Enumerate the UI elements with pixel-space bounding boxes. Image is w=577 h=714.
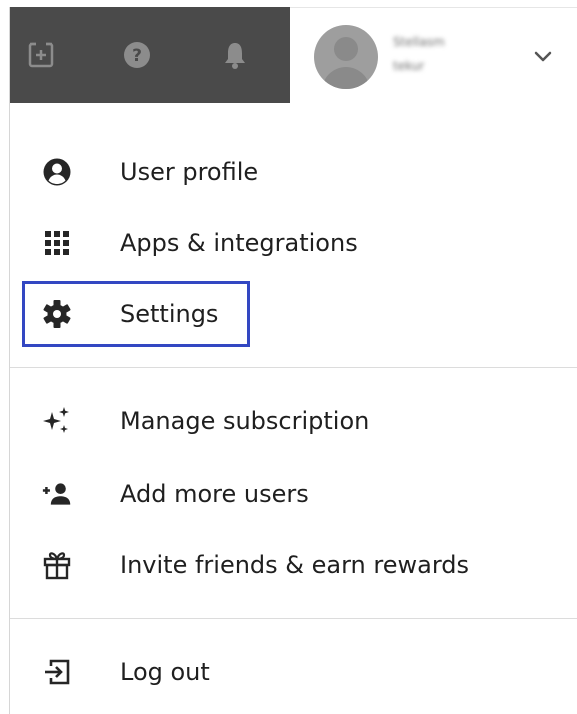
gift-icon xyxy=(42,550,72,580)
chevron-down-icon[interactable] xyxy=(533,49,553,65)
settings-highlight xyxy=(22,281,250,347)
menu-item-user-profile[interactable]: User profile xyxy=(10,143,577,201)
avatar xyxy=(314,25,378,89)
menu-item-label: Add more users xyxy=(120,480,309,508)
bell-icon[interactable] xyxy=(220,40,250,70)
menu-item-label: Log out xyxy=(120,658,210,686)
frame-border xyxy=(9,7,10,714)
user-circle-icon xyxy=(42,157,72,187)
add-user-icon xyxy=(42,479,72,509)
user-name: Stellasm xyxy=(393,35,445,49)
sparkles-icon xyxy=(42,406,72,436)
menu-item-label: Invite friends & earn rewards xyxy=(120,551,470,579)
menu-item-label: Apps & integrations xyxy=(120,229,358,257)
user-menu-toggle[interactable]: Stellasm tekur xyxy=(290,7,577,103)
top-toolbar: ? xyxy=(10,7,290,103)
menu-item-label: Manage subscription xyxy=(120,407,370,435)
help-icon[interactable]: ? xyxy=(122,40,152,70)
logout-icon xyxy=(42,657,72,687)
menu-item-label: User profile xyxy=(120,158,259,186)
divider xyxy=(10,618,577,619)
frame-border-top xyxy=(290,7,577,8)
menu-item-apps-integrations[interactable]: Apps & integrations xyxy=(10,214,577,272)
divider xyxy=(10,367,577,368)
menu-item-invite-friends[interactable]: Invite friends & earn rewards xyxy=(10,536,577,594)
menu-item-log-out[interactable]: Log out xyxy=(10,643,577,701)
add-task-icon[interactable] xyxy=(26,40,56,70)
menu-item-add-more-users[interactable]: Add more users xyxy=(10,465,577,523)
svg-text:?: ? xyxy=(132,46,142,66)
grid-icon xyxy=(42,228,72,258)
menu-item-manage-subscription[interactable]: Manage subscription xyxy=(10,392,577,450)
user-subtitle: tekur xyxy=(393,59,425,73)
